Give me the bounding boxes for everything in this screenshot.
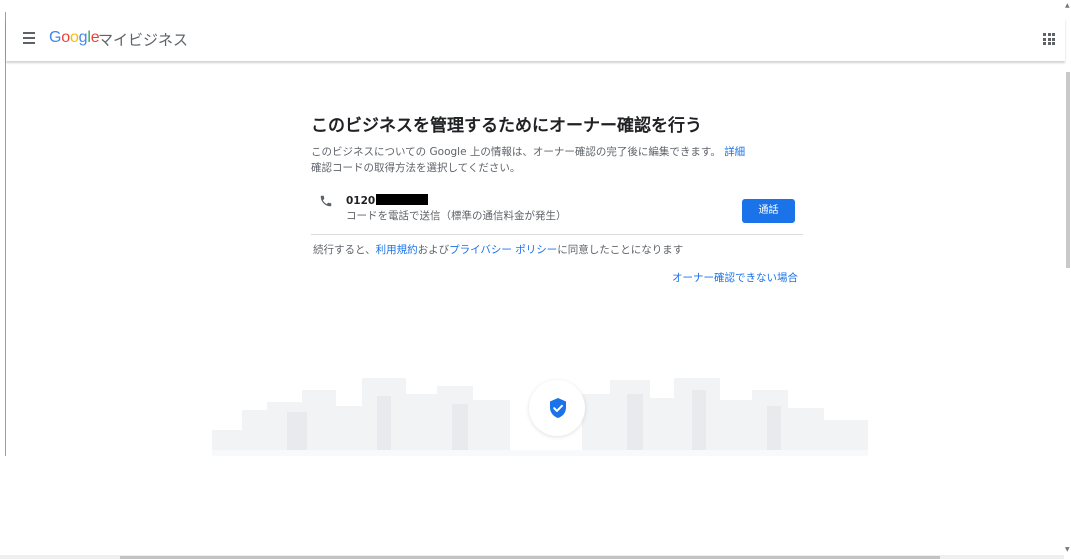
logo-letter: o	[69, 29, 79, 46]
description-line-2: 確認コードの取得方法を選択してください。	[311, 162, 521, 174]
privacy-policy-link[interactable]: プライバシー ポリシー	[449, 244, 557, 256]
logo-letter: o	[61, 29, 70, 46]
verified-shield-icon	[550, 398, 566, 418]
vertical-scroll-thumb[interactable]	[1066, 72, 1070, 268]
app-bar: Google マイビジネス	[6, 18, 1065, 61]
google-logo: Google	[49, 29, 100, 47]
terms-middle: および	[417, 244, 450, 256]
logo-letter: G	[49, 29, 62, 46]
terms-prefix: 続行すると、	[313, 244, 376, 256]
phone-number: 0120	[346, 194, 429, 207]
description: このビジネスについての Google 上の情報は、オーナー確認の完了後に編集でき…	[311, 144, 806, 176]
call-button[interactable]: 通話	[742, 199, 795, 223]
product-name: マイビジネス	[98, 31, 189, 49]
phone-number-prefix: 0120	[346, 195, 376, 207]
terms-suffix: に同意したことになります	[557, 244, 684, 256]
details-link[interactable]: 詳細	[724, 146, 745, 158]
verification-card: このビジネスを管理するためにオーナー確認を行う このビジネスについての Goog…	[311, 114, 806, 284]
scroll-down-arrow-icon[interactable]: ▼	[1065, 546, 1070, 553]
hamburger-menu-icon[interactable]	[23, 32, 35, 44]
terms-of-service-link[interactable]: 利用規約	[376, 244, 418, 256]
apps-grid-icon[interactable]	[1043, 33, 1055, 45]
redacted-phone-digits	[376, 194, 429, 205]
phone-icon	[320, 195, 332, 207]
left-edge-rule	[5, 12, 6, 456]
cannot-verify-link[interactable]: オーナー確認できない場合	[672, 270, 798, 285]
phone-option-description: コードを電話で送信（標準の通信料金が発生）	[346, 210, 567, 222]
page-title: このビジネスを管理するためにオーナー確認を行う	[311, 116, 702, 136]
terms-notice: 続行すると、利用規約およびプライバシー ポリシーに同意したことになります	[313, 242, 683, 257]
description-line-1: このビジネスについての Google 上の情報は、オーナー確認の完了後に編集でき…	[311, 146, 721, 158]
scroll-up-arrow-icon[interactable]: ▲	[1065, 2, 1070, 9]
phone-verification-option: 0120 コードを電話で送信（標準の通信料金が発生） 通話	[311, 192, 803, 235]
